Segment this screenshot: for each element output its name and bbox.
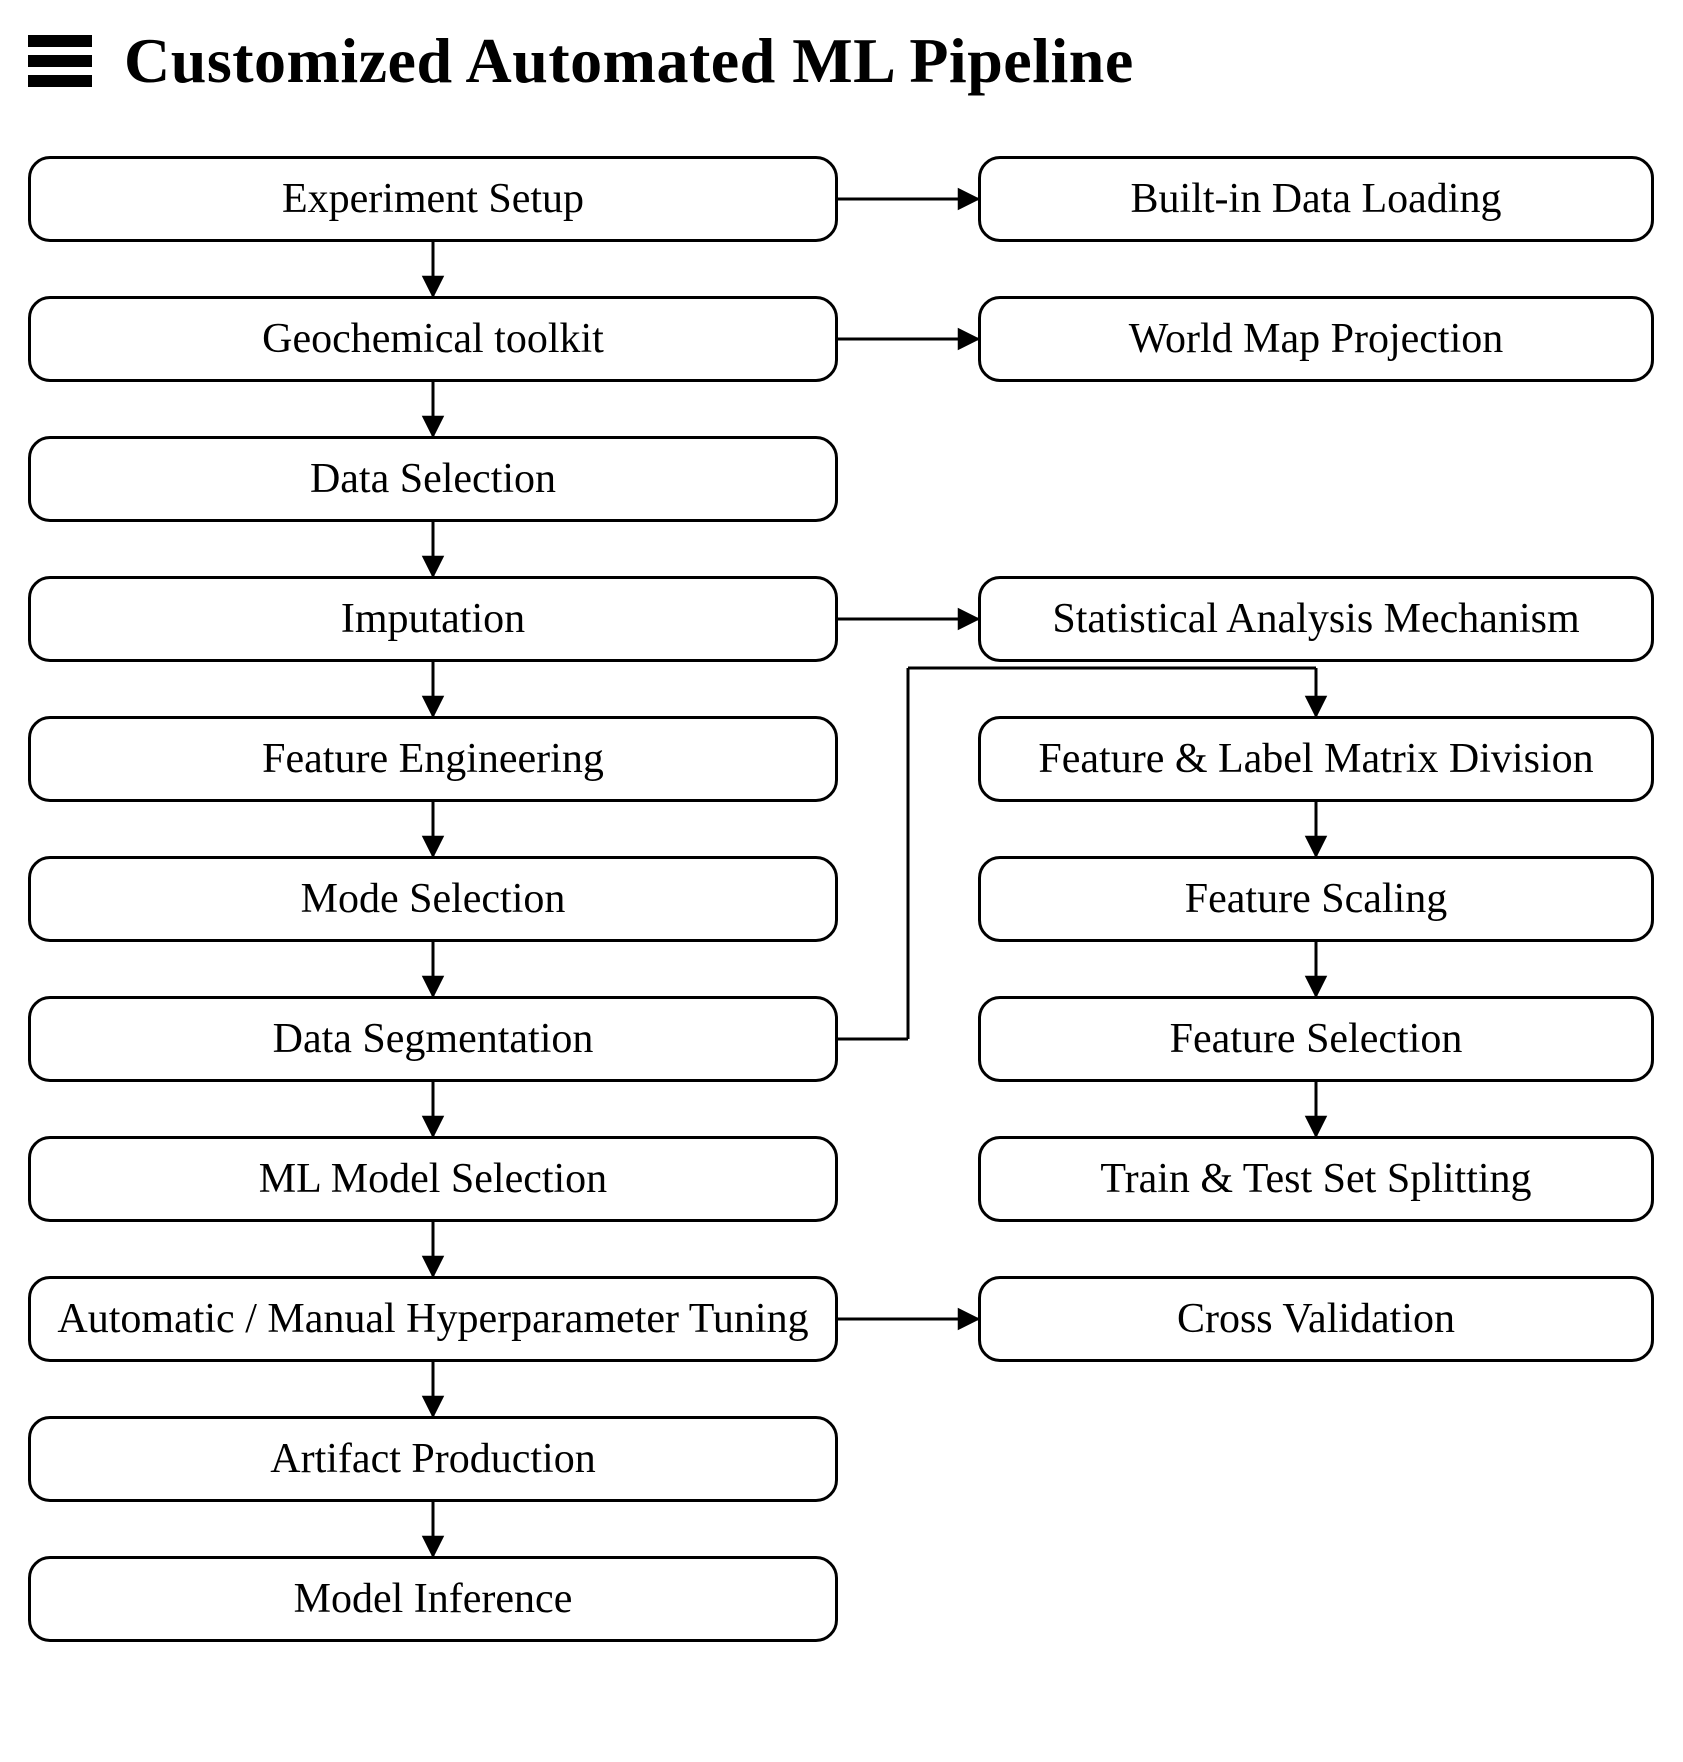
node-feature-label-division: Feature & Label Matrix Division [978, 716, 1654, 802]
node-artifact-production: Artifact Production [28, 1416, 838, 1502]
node-data-segmentation: Data Segmentation [28, 996, 838, 1082]
node-label: Feature & Label Matrix Division [1038, 736, 1593, 782]
node-label: Imputation [341, 596, 525, 642]
node-train-test-splitting: Train & Test Set Splitting [978, 1136, 1654, 1222]
node-label: Feature Selection [1170, 1016, 1463, 1062]
node-label: ML Model Selection [259, 1156, 607, 1202]
node-label: Cross Validation [1177, 1296, 1455, 1342]
node-hyperparameter-tuning: Automatic / Manual Hyperparameter Tuning [28, 1276, 838, 1362]
node-label: Geochemical toolkit [262, 316, 604, 362]
node-ml-model-selection: ML Model Selection [28, 1136, 838, 1222]
node-geochemical-toolkit: Geochemical toolkit [28, 296, 838, 382]
node-label: Artifact Production [270, 1436, 595, 1482]
node-builtin-data-loading: Built-in Data Loading [978, 156, 1654, 242]
diagram-page: Customized Automated ML Pipeline Experim… [0, 0, 1683, 1762]
node-label: Data Selection [310, 456, 556, 502]
node-label: Model Inference [294, 1576, 573, 1622]
node-experiment-setup: Experiment Setup [28, 156, 838, 242]
node-mode-selection: Mode Selection [28, 856, 838, 942]
node-label: Data Segmentation [273, 1016, 594, 1062]
node-label: Statistical Analysis Mechanism [1052, 596, 1579, 642]
node-statistical-analysis: Statistical Analysis Mechanism [978, 576, 1654, 662]
node-label: Feature Engineering [262, 736, 604, 782]
node-feature-selection: Feature Selection [978, 996, 1654, 1082]
node-label: Feature Scaling [1185, 876, 1447, 922]
node-label: Built-in Data Loading [1131, 176, 1502, 222]
node-label: World Map Projection [1129, 316, 1504, 362]
node-label: Automatic / Manual Hyperparameter Tuning [57, 1296, 808, 1342]
page-title: Customized Automated ML Pipeline [124, 24, 1134, 98]
node-model-inference: Model Inference [28, 1556, 838, 1642]
node-label: Experiment Setup [282, 176, 584, 222]
node-cross-validation: Cross Validation [978, 1276, 1654, 1362]
hamburger-icon [28, 35, 92, 87]
node-feature-scaling: Feature Scaling [978, 856, 1654, 942]
node-feature-engineering: Feature Engineering [28, 716, 838, 802]
node-imputation: Imputation [28, 576, 838, 662]
node-label: Train & Test Set Splitting [1100, 1156, 1531, 1202]
node-world-map-projection: World Map Projection [978, 296, 1654, 382]
header: Customized Automated ML Pipeline [0, 0, 1683, 104]
node-data-selection: Data Selection [28, 436, 838, 522]
node-label: Mode Selection [301, 876, 566, 922]
